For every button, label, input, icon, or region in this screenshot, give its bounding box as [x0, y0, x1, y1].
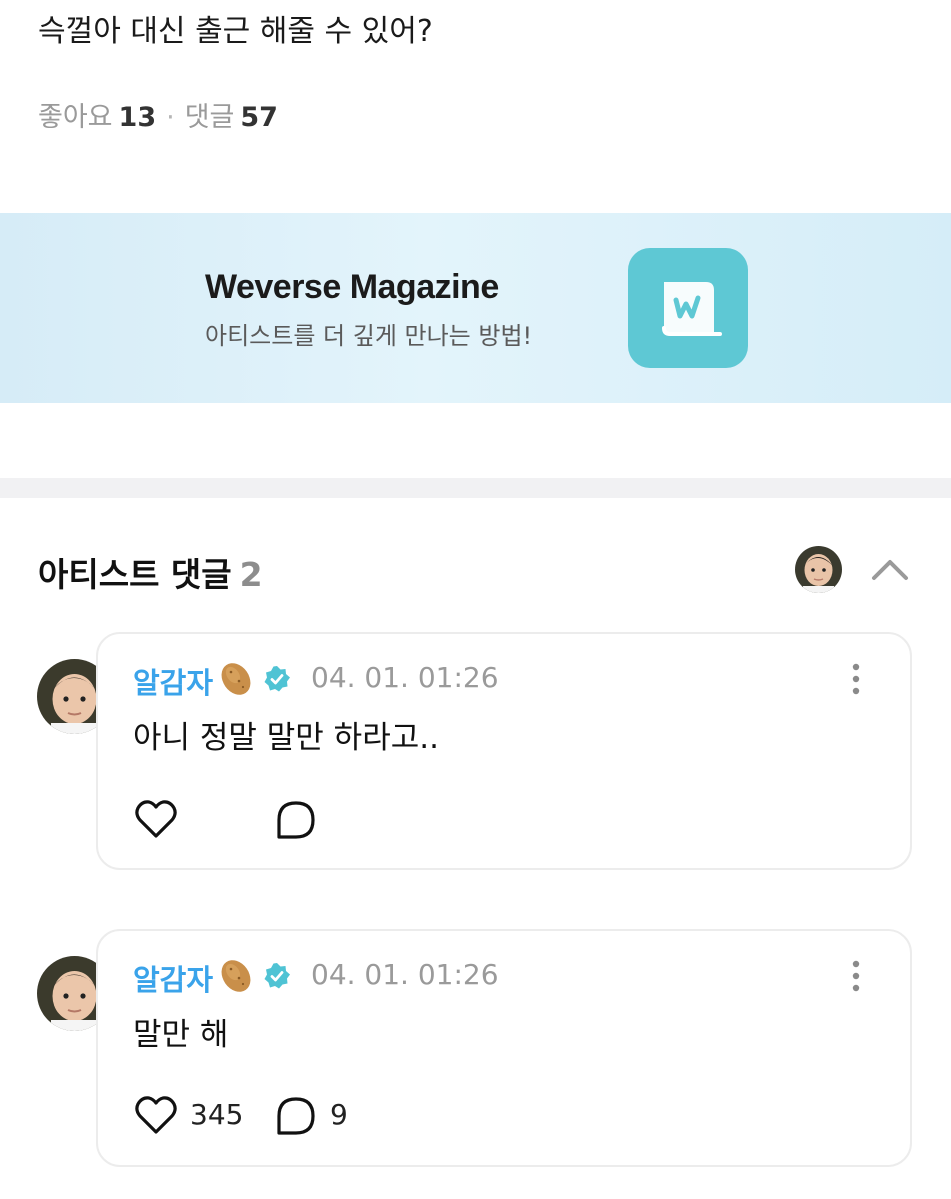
- verified-badge-icon: [263, 962, 291, 990]
- potato-icon: [216, 956, 256, 996]
- comment-text: 아니 정말 말만 하라고..: [133, 720, 439, 756]
- stats-separator: ·: [166, 102, 175, 133]
- verified-badge-icon: [263, 665, 291, 693]
- artist-comments-title: 아티스트 댓글 2: [38, 548, 263, 596]
- potato-icon: [216, 659, 256, 699]
- chevron-up-icon[interactable]: [866, 548, 914, 588]
- weverse-magazine-banner[interactable]: [0, 213, 951, 403]
- comment-text: 말만 해: [133, 1017, 229, 1053]
- comment-author[interactable]: 알감자: [133, 957, 213, 999]
- comments-label[interactable]: 댓글: [185, 102, 235, 133]
- more-options-icon[interactable]: [846, 958, 866, 994]
- banner-subtitle: 아티스트를 더 깊게 만나는 방법!: [205, 322, 533, 350]
- post-stats: 좋아요 13 · 댓글 57: [38, 98, 278, 138]
- section-divider: [0, 478, 951, 498]
- comment-timestamp: 04. 01. 01:26: [311, 958, 499, 991]
- artist-avatar-small[interactable]: [795, 546, 842, 593]
- weverse-magazine-icon: [628, 248, 748, 368]
- comment-author[interactable]: 알감자: [133, 660, 213, 702]
- likes-count: 13: [118, 102, 157, 133]
- likes-label: 좋아요: [38, 102, 113, 133]
- reply-bubble-icon[interactable]: [274, 798, 318, 842]
- comment-timestamp: 04. 01. 01:26: [311, 661, 499, 694]
- banner-title: Weverse Magazine: [205, 268, 499, 306]
- like-count[interactable]: 345: [190, 1098, 243, 1131]
- heart-icon[interactable]: [134, 798, 178, 842]
- reply-bubble-icon[interactable]: [274, 1094, 318, 1138]
- artist-comments-count: 2: [239, 555, 263, 594]
- heart-icon[interactable]: [134, 1094, 178, 1138]
- weverse-post-page: 슥껄아 대신 출근 해줄 수 있어? 좋아요 13 · 댓글 57 Weverse Ma…: [0, 0, 951, 1199]
- more-options-icon[interactable]: [846, 661, 866, 697]
- post-body-text: 슥껄아 대신 출근 해줄 수 있어?: [38, 14, 433, 49]
- comments-count[interactable]: 57: [240, 102, 278, 133]
- reply-count[interactable]: 9: [330, 1098, 348, 1131]
- artist-comments-label: 아티스트 댓글: [38, 555, 232, 594]
